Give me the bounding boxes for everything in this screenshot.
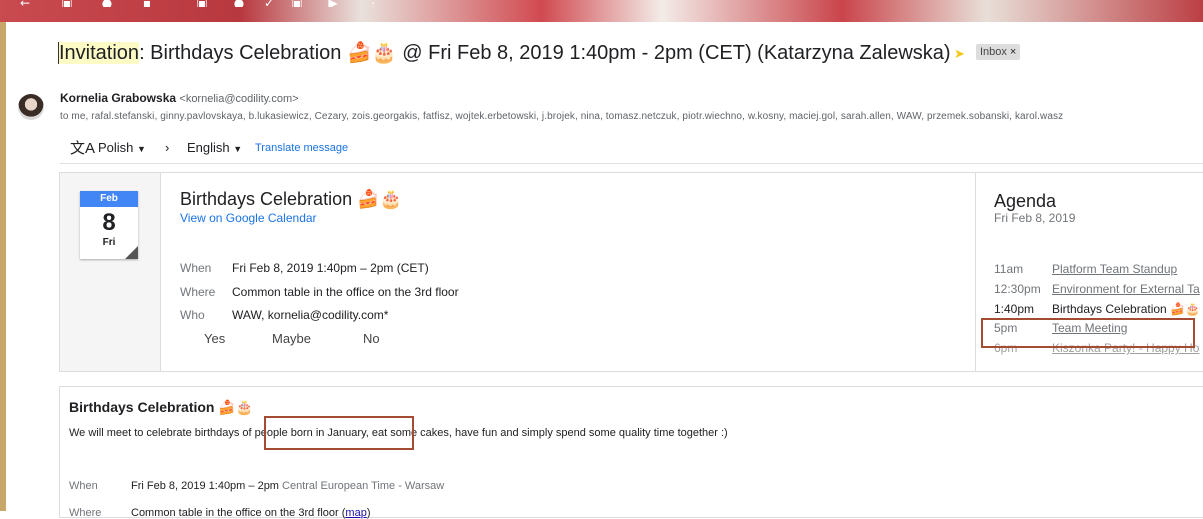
agenda-time: 12:30pm [994, 282, 1041, 296]
who-label: Who [180, 308, 205, 322]
move-to-icon[interactable]: ▣ [290, 0, 304, 7]
avatar[interactable] [18, 94, 44, 120]
where-value: Common table in the office on the 3rd fl… [232, 285, 459, 299]
report-spam-icon[interactable]: ● [100, 0, 114, 7]
where-label: Where [180, 285, 216, 299]
who-value: WAW, kornelia@codility.com* [232, 308, 388, 322]
add-task-icon[interactable]: ✓ [262, 0, 276, 7]
translate-bar: 文A Polish ▼ › English ▼ Translate messag… [60, 132, 1203, 164]
inbox-label[interactable]: Inbox × [976, 44, 1021, 60]
agenda-time: 11am [994, 262, 1024, 276]
rsvp-no-button[interactable]: No [363, 331, 380, 346]
source-language-label: Polish [98, 140, 134, 155]
chevron-down-icon: ▼ [137, 144, 146, 154]
calendar-day: 8 [102, 209, 116, 236]
calendar-date-icon: Feb 8 Fri [80, 191, 138, 259]
source-language-select[interactable]: Polish ▼ [98, 140, 146, 155]
page-fold-icon [125, 246, 138, 259]
description-where-label: Where [69, 507, 102, 519]
agenda-time-current: 1:40pm [994, 302, 1035, 316]
who-rest: , kornelia@codility.com* [261, 308, 389, 322]
when-label: When [180, 261, 212, 275]
labels-icon[interactable]: ▶ [326, 0, 340, 7]
agenda-event-link[interactable]: Environment for External Ta [1052, 282, 1202, 296]
description-title: Birthdays Celebration 🍰🎂 [69, 399, 254, 415]
recipients-line[interactable]: to me, rafal.stefanski, ginny.pavlovskay… [60, 111, 1203, 122]
description-card: Birthdays Celebration 🍰🎂 We will meet to… [59, 386, 1203, 519]
remove-label-icon[interactable]: × [1010, 46, 1016, 58]
description-where-value: Common table in the office on the 3rd fl… [131, 507, 371, 519]
rsvp-maybe-button[interactable]: Maybe [272, 331, 311, 346]
translate-message-link[interactable]: Translate message [255, 142, 348, 154]
more-icon[interactable]: ⋮ [366, 0, 380, 7]
mark-unread-icon[interactable]: ▣ [195, 0, 209, 7]
calendar-month: Feb [80, 191, 138, 207]
archive-icon[interactable]: ▣ [60, 0, 74, 7]
description-where-text: Common table in the office on the 3rd fl… [131, 507, 346, 519]
agenda-title: Agenda [994, 191, 1057, 211]
description-timezone: Central European Time - Warsaw [282, 480, 445, 492]
annotation-highlight-box [981, 318, 1195, 348]
arrow-right-icon: › [165, 140, 170, 155]
annotation-highlight-box [264, 416, 414, 450]
translate-icon: 文A [70, 140, 96, 157]
chevron-down-icon: ▼ [233, 144, 243, 154]
description-when-time: Fri Feb 8, 2019 1:40pm – 2pm [131, 480, 279, 492]
inbox-label-text: Inbox [980, 46, 1007, 58]
description-when-label: When [69, 480, 98, 492]
description-where-close: ) [366, 507, 371, 519]
agenda-event-link[interactable]: Platform Team Standup [1052, 262, 1202, 276]
event-title: Birthdays Celebration 🍰🎂 [180, 189, 402, 209]
agenda-event-current: Birthdays Celebration 🍰🎂 [1052, 302, 1200, 316]
description-when-value: Fri Feb 8, 2019 1:40pm – 2pm Central Eur… [131, 480, 444, 492]
view-on-calendar-link[interactable]: View on Google Calendar [180, 211, 317, 225]
target-language-label: English [187, 140, 230, 155]
important-marker-icon[interactable]: ➤ [954, 46, 965, 62]
subject-highlight: Invitation [58, 42, 140, 64]
subject-text: : Birthdays Celebration 🍰🎂 @ Fri Feb 8, … [139, 42, 951, 64]
email-subject: Invitation: Birthdays Celebration 🍰🎂 @ F… [58, 40, 951, 65]
sender-line: Kornelia Grabowska <kornelia@codility.co… [60, 91, 299, 105]
when-value: Fri Feb 8, 2019 1:40pm – 2pm (CET) [232, 261, 429, 275]
sender-email: <kornelia@codility.com> [179, 93, 299, 105]
date-panel: Feb 8 Fri [60, 173, 161, 371]
sender-name[interactable]: Kornelia Grabowska [60, 91, 176, 105]
back-icon[interactable]: ← [18, 0, 32, 7]
email-view: Invitation: Birthdays Celebration 🍰🎂 @ F… [6, 22, 1203, 519]
rsvp-yes-button[interactable]: Yes [204, 331, 225, 346]
delete-icon[interactable]: ▪ [140, 0, 154, 7]
map-link[interactable]: map [345, 507, 366, 519]
who-group[interactable]: WAW [232, 308, 261, 322]
target-language-select[interactable]: English ▼ [187, 140, 242, 155]
agenda-date: Fri Feb 8, 2019 [994, 211, 1076, 225]
header-banner: ← ▣ ● ▪ ▣ ● ✓ ▣ ▶ ⋮ [0, 0, 1203, 22]
snooze-icon[interactable]: ● [232, 0, 246, 7]
